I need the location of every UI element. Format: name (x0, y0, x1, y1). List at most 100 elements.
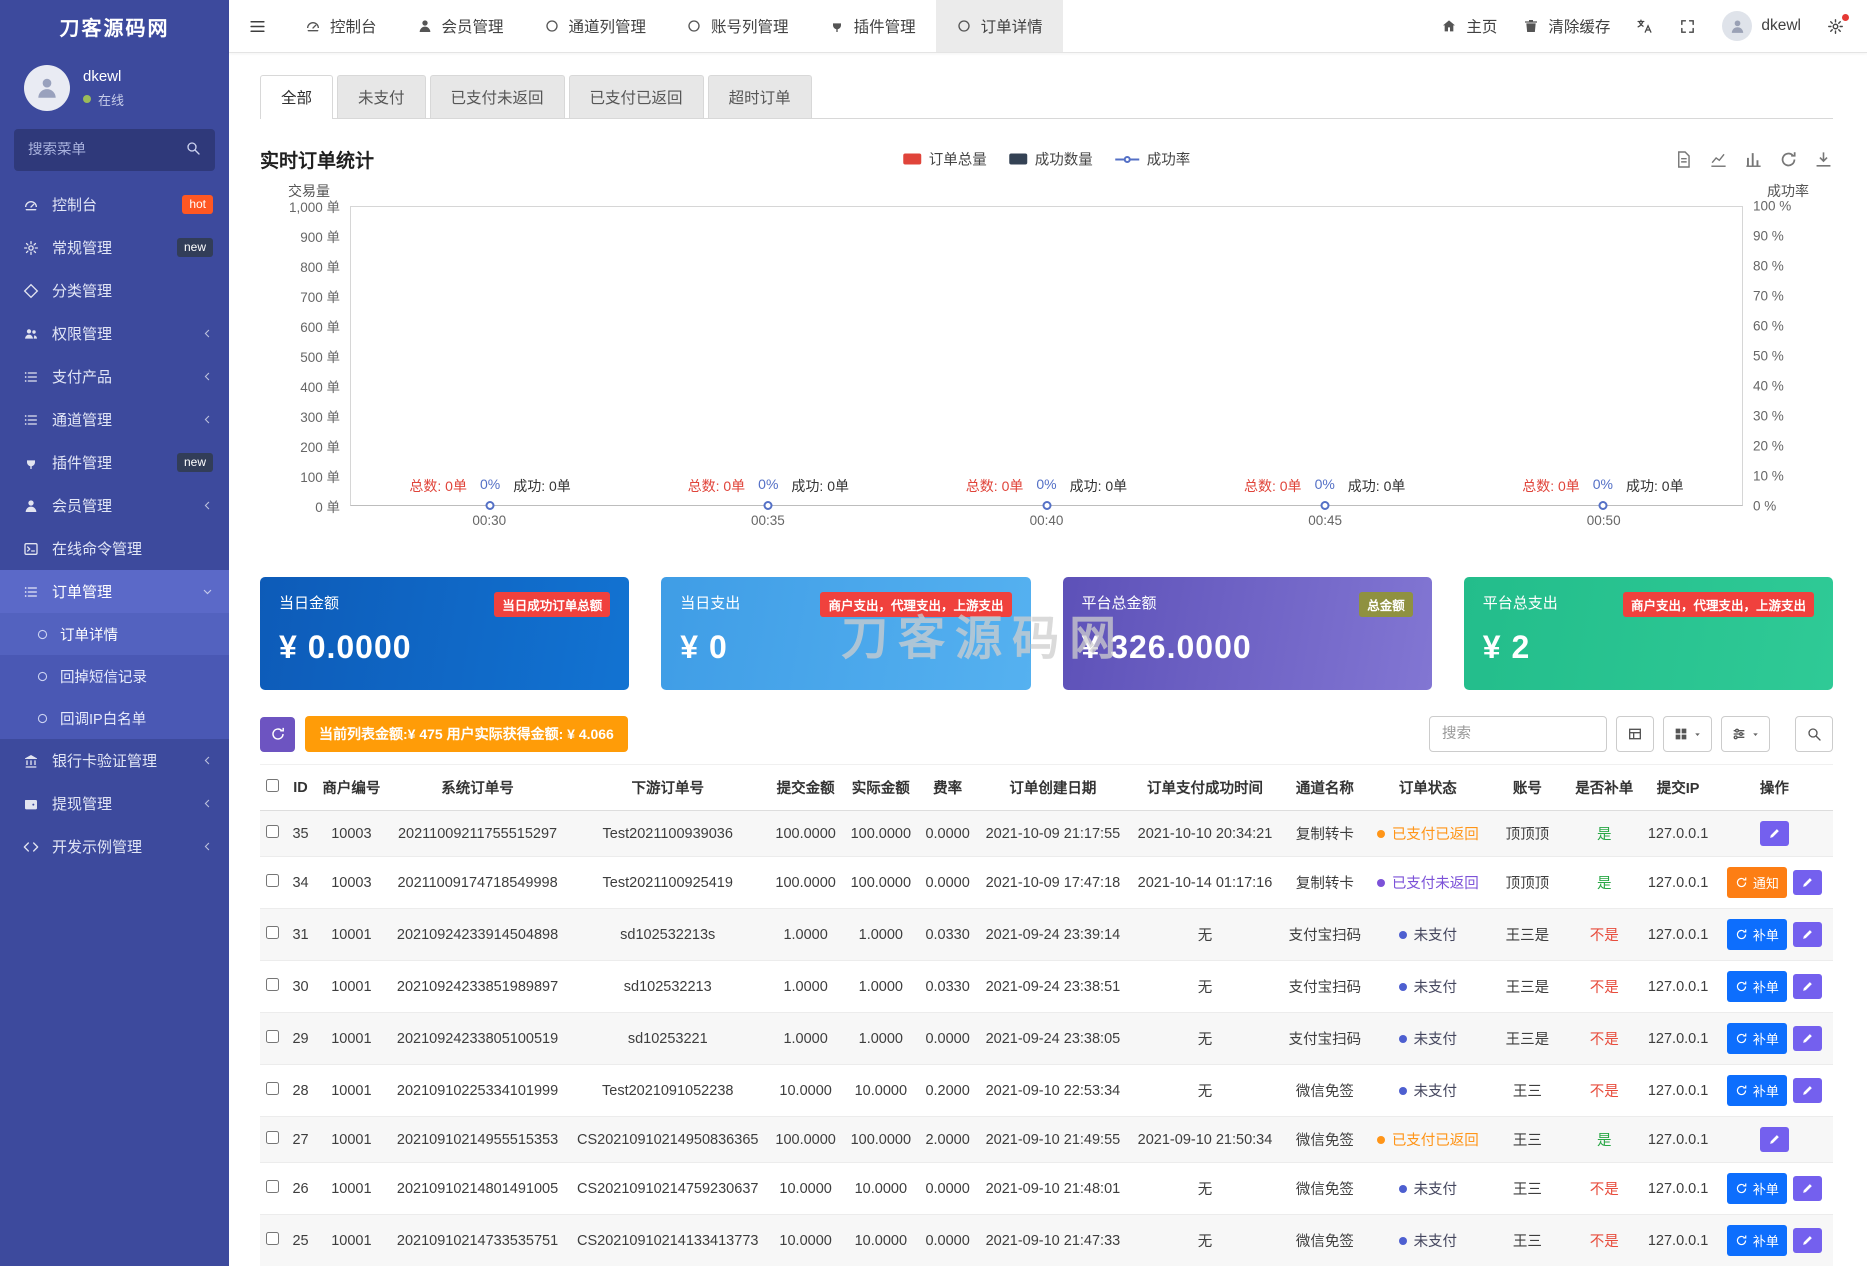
sidebar-item-category[interactable]: 分类管理 (0, 269, 229, 312)
column-header-9[interactable]: 通道名称 (1281, 765, 1369, 811)
sidebar-item-withdraw[interactable]: 提现管理 (0, 782, 229, 825)
cogs-icon (23, 240, 39, 256)
row-checkbox[interactable] (266, 926, 279, 939)
legend-item-2[interactable]: 成功率 (1115, 149, 1191, 170)
column-header-4[interactable]: 提交金额 (768, 765, 843, 811)
data-view-button[interactable] (1674, 150, 1693, 169)
line-chart-button[interactable] (1709, 150, 1728, 169)
detail-view-button[interactable] (1616, 716, 1654, 752)
row-checkbox[interactable] (266, 1082, 279, 1095)
edit-order-button[interactable] (1760, 1127, 1789, 1152)
filter-tab-paid-returned[interactable]: 已支付已返回 (569, 75, 704, 118)
refresh-icon (1735, 1234, 1748, 1247)
repair-order-button[interactable]: 补单 (1727, 1075, 1787, 1106)
search-table-button[interactable] (1795, 716, 1833, 752)
cell-paid: 无 (1129, 1163, 1281, 1215)
sidebar-item-dev-examples[interactable]: 开发示例管理 (0, 825, 229, 868)
repair-order-button[interactable]: 补单 (1727, 919, 1787, 950)
edit-order-button[interactable] (1793, 870, 1822, 895)
filter-tab-paid-unreturned[interactable]: 已支付未返回 (430, 75, 565, 118)
repair-order-button[interactable]: 补单 (1727, 971, 1787, 1002)
edit-order-button[interactable] (1793, 1176, 1822, 1201)
sidebar-item-pay-products[interactable]: 支付产品 (0, 355, 229, 398)
row-checkbox[interactable] (266, 1131, 279, 1144)
sidebar-subitem-order-detail[interactable]: 订单详情 (0, 613, 229, 655)
sidebar-item-console[interactable]: 控制台hot (0, 183, 229, 226)
home-button[interactable]: 主页 (1428, 0, 1510, 52)
column-header-5[interactable]: 实际金额 (843, 765, 918, 811)
sidebar-item-commands[interactable]: 在线命令管理 (0, 527, 229, 570)
legend-item-0[interactable]: 订单总量 (903, 149, 987, 170)
row-checkbox[interactable] (266, 1030, 279, 1043)
column-header-13[interactable]: 提交IP (1641, 765, 1716, 811)
repair-order-button[interactable]: 补单 (1727, 1173, 1787, 1204)
column-header-11[interactable]: 账号 (1487, 765, 1568, 811)
topbar-item-console[interactable]: 控制台 (285, 0, 397, 52)
bar-chart-button[interactable] (1744, 150, 1763, 169)
column-header-12[interactable]: 是否补单 (1568, 765, 1641, 811)
column-header-1[interactable]: 商户编号 (315, 765, 388, 811)
edit-order-button[interactable] (1793, 1078, 1822, 1103)
repair-order-button[interactable]: 补单 (1727, 1023, 1787, 1054)
sidebar-subitem-ip-whitelist[interactable]: 回调IP白名单 (0, 697, 229, 739)
column-header-2[interactable]: 系统订单号 (388, 765, 568, 811)
sidebar-search-input[interactable] (28, 142, 177, 158)
row-checkbox[interactable] (266, 1180, 279, 1193)
user-menu[interactable]: dkewl (1709, 0, 1814, 52)
row-checkbox[interactable] (266, 978, 279, 991)
columns-button[interactable] (1663, 716, 1712, 752)
sidebar-item-bankcard[interactable]: 银行卡验证管理 (0, 739, 229, 782)
edit-order-button[interactable] (1793, 922, 1822, 947)
column-header-14[interactable]: 操作 (1716, 765, 1833, 811)
user-avatar[interactable] (24, 65, 70, 111)
point-annotation: 总数: 0单0%成功: 0单 (409, 476, 570, 496)
row-checkbox[interactable] (266, 1232, 279, 1245)
topbar-item-order-detail[interactable]: 订单详情 (936, 0, 1063, 52)
settings-button[interactable] (1814, 0, 1857, 52)
fullscreen-button[interactable] (1666, 0, 1709, 52)
column-header-10[interactable]: 订单状态 (1369, 765, 1487, 811)
translate-button[interactable] (1623, 0, 1666, 52)
edit-order-button[interactable] (1793, 1228, 1822, 1253)
topbar-item-account-list[interactable]: 账号列管理 (666, 0, 809, 52)
column-header-3[interactable]: 下游订单号 (567, 765, 768, 811)
row-checkbox[interactable] (266, 825, 279, 838)
column-header-0[interactable]: ID (286, 765, 315, 811)
column-header-8[interactable]: 订单支付成功时间 (1129, 765, 1281, 811)
refresh-chart-button[interactable] (1779, 150, 1798, 169)
filter-tab-timeout[interactable]: 超时订单 (708, 75, 812, 118)
select-all-checkbox[interactable] (266, 779, 279, 792)
topbar-item-channel-list[interactable]: 通道列管理 (524, 0, 667, 52)
sidebar-search-button[interactable] (177, 132, 209, 169)
edit-order-button[interactable] (1793, 1026, 1822, 1051)
fullscreen-icon (1679, 18, 1696, 35)
sidebar-item-plugins[interactable]: 插件管理new (0, 441, 229, 484)
download-chart-button[interactable] (1814, 150, 1833, 169)
sidebar-item-permission[interactable]: 权限管理 (0, 312, 229, 355)
topbar-item-members[interactable]: 会员管理 (397, 0, 524, 52)
sidebar-item-members[interactable]: 会员管理 (0, 484, 229, 527)
refresh-table-button[interactable] (260, 717, 295, 752)
status-label: 已支付已返回 (1392, 827, 1479, 843)
menu-toggle-button[interactable] (229, 0, 285, 52)
sidebar-item-general[interactable]: 常规管理new (0, 226, 229, 269)
notify-order-button[interactable]: 通知 (1727, 867, 1787, 898)
clear-cache-button[interactable]: 清除缓存 (1510, 0, 1623, 52)
filter-tab-unpaid[interactable]: 未支付 (337, 75, 426, 118)
column-header-6[interactable]: 费率 (918, 765, 976, 811)
table-search-input[interactable] (1429, 716, 1607, 752)
column-header-7[interactable]: 订单创建日期 (977, 765, 1129, 811)
filter-tab-all[interactable]: 全部 (260, 75, 333, 118)
cell-sys-no: 20210910214733535751 (388, 1215, 568, 1266)
export-button[interactable] (1721, 716, 1770, 752)
row-checkbox[interactable] (266, 874, 279, 887)
edit-order-button[interactable] (1793, 974, 1822, 999)
cell-amount: 10.0000 (768, 1163, 843, 1215)
repair-order-button[interactable]: 补单 (1727, 1225, 1787, 1256)
sidebar-item-channel[interactable]: 通道管理 (0, 398, 229, 441)
edit-order-button[interactable] (1760, 821, 1789, 846)
topbar-item-plugins[interactable]: 插件管理 (809, 0, 936, 52)
sidebar-item-orders[interactable]: 订单管理 (0, 570, 229, 613)
sidebar-subitem-sms-record[interactable]: 回掉短信记录 (0, 655, 229, 697)
legend-item-1[interactable]: 成功数量 (1009, 149, 1093, 170)
